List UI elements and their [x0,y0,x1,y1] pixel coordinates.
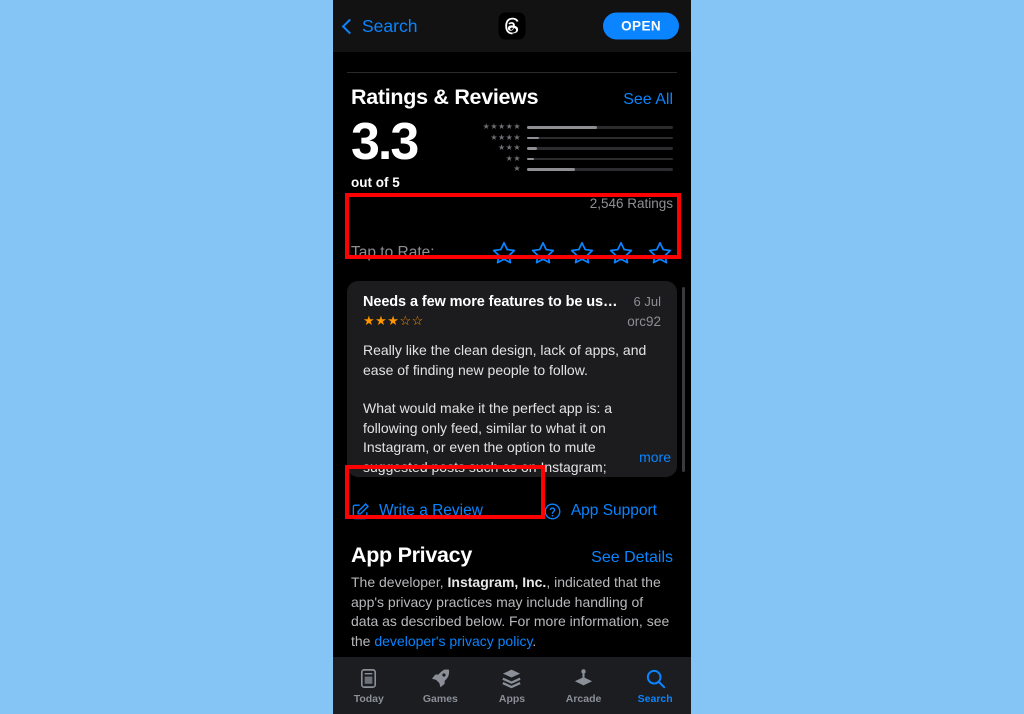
rocket-icon [429,667,452,690]
average-score-value: 3.3 [351,113,419,171]
tab-games[interactable]: Games [405,667,477,705]
rate-star-1[interactable] [491,240,517,266]
review-star-rating: ★★★☆☆ [363,313,424,329]
back-button-label: Search [362,15,418,36]
app-support-button[interactable]: App Support [543,502,673,521]
histogram-track [527,126,673,129]
histogram-star-label: ★ [513,164,521,174]
histogram-star-label: ★★ [505,153,521,163]
app-privacy-title: App Privacy [351,543,472,568]
histogram-fill [527,147,538,150]
tab-label: Today [353,692,384,705]
review-body: Really like the clean design, lack of ap… [363,341,661,477]
review-header: Needs a few more features to be us… 6 Ju… [363,294,661,310]
navigation-bar: Search OPEN [333,0,691,52]
histogram-star-label: ★★★ [497,143,521,153]
magnifier-icon [644,667,667,690]
app-privacy-section: App Privacy See Details The developer, I… [333,539,691,651]
app-detail-content: Ratings & Reviews See All 3.3 out of 5 ★… [333,72,691,674]
histogram-row: ★★★★★ [469,122,673,133]
rate-star-4[interactable] [608,240,634,266]
tab-apps[interactable]: Apps [476,667,548,705]
privacy-text-part-3: . [532,632,537,649]
review-title: Needs a few more features to be us… [363,294,618,311]
tab-label: Arcade [565,692,602,705]
tab-arcade[interactable]: Arcade [548,667,620,705]
see-details-link[interactable]: See Details [591,549,673,567]
app-support-label: App Support [570,502,657,520]
see-all-ratings-link[interactable]: See All [623,91,673,109]
joystick-icon [572,667,595,690]
privacy-policy-link[interactable]: developer's privacy policy [374,633,532,649]
review-actions-row: Write a Review App Support [333,483,691,539]
rate-star-3[interactable] [569,240,595,266]
tab-label: Search [637,692,673,705]
ratings-section-title: Ratings & Reviews [351,85,539,109]
histogram-track [527,157,673,160]
stacked-layers-icon [500,667,523,690]
ratings-total-count: 2,546 Ratings [589,196,673,212]
rate-star-5[interactable] [647,240,673,266]
histogram-row: ★★★★ [469,133,673,144]
histogram-row: ★★★ [469,143,673,154]
review-author: orc92 [627,313,661,329]
app-privacy-description: The developer, Instagram, Inc., indicate… [351,573,673,651]
histogram-row: ★ [469,164,673,175]
tap-to-rate-row[interactable]: Tap to Rate: [333,225,691,281]
tap-to-rate-stars[interactable] [491,240,673,266]
histogram-star-label: ★★★★ [490,132,521,142]
pencil-square-icon [351,502,370,521]
threads-glyph [505,17,519,35]
write-a-review-button[interactable]: Write a Review [351,502,483,521]
average-score-out-of: out of 5 [351,175,400,191]
ratings-section-header: Ratings & Reviews See All [333,73,691,110]
review-card[interactable]: Needs a few more features to be us… 6 Ju… [347,281,677,478]
histogram-star-label: ★★★★★ [482,122,521,132]
histogram-fill [527,157,535,160]
question-circle-icon [543,502,562,521]
write-a-review-label: Write a Review [379,502,483,520]
open-app-button[interactable]: OPEN [603,12,679,40]
histogram-fill [527,136,539,139]
histogram-track [527,168,673,171]
average-score-block: 3.3 out of 5 [351,113,469,191]
privacy-text-part-1: The developer, [351,574,448,591]
histogram-fill [527,126,598,129]
review-scrollbar[interactable] [682,287,685,473]
histogram-track [527,147,673,150]
ratings-summary: 3.3 out of 5 ★★★★★ ★★★★ ★★★ ★★ ★ [333,110,691,190]
bottom-tab-bar: Today Games Apps Arcade Search [333,656,691,714]
back-to-search-button[interactable]: Search [341,15,418,37]
phone-screen: Search OPEN Ratings & Reviews See All 3.… [333,0,691,714]
review-paragraph-2: What would make it the perfect app is: a… [363,400,613,475]
tab-today[interactable]: Today [333,667,405,705]
histogram-row: ★★ [469,154,673,165]
rate-star-2[interactable] [530,240,556,266]
tab-search[interactable]: Search [619,667,691,705]
ratings-histogram: ★★★★★ ★★★★ ★★★ ★★ ★ [469,116,673,190]
review-date: 6 Jul [633,294,661,310]
histogram-track [527,136,673,139]
developer-name: Instagram, Inc. [447,574,547,591]
tab-label: Apps [498,692,526,705]
threads-app-icon[interactable] [498,12,526,40]
reviews-carousel: Needs a few more features to be us… 6 Ju… [333,281,691,478]
review-paragraph-1: Really like the clean design, lack of ap… [363,342,647,378]
histogram-fill [527,168,576,171]
tap-to-rate-label: Tap to Rate: [351,244,435,262]
chevron-left-icon [341,18,358,34]
app-privacy-header: App Privacy See Details [351,543,673,568]
screenshot-canvas: Search OPEN Ratings & Reviews See All 3.… [0,0,1024,714]
review-more-link[interactable]: more [631,449,671,466]
tab-label: Games [422,692,458,705]
review-meta: ★★★☆☆ orc92 [363,313,661,329]
today-cards-icon [357,667,380,690]
